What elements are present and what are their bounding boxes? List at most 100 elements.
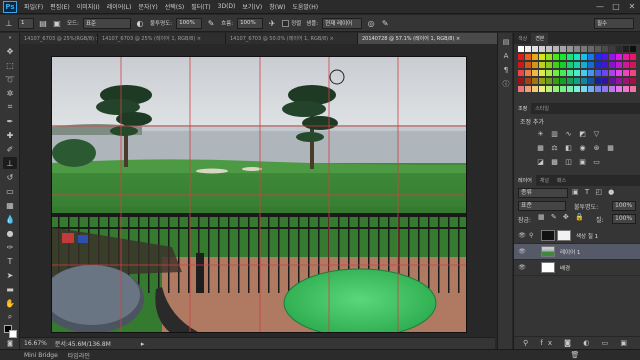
history-panel-icon[interactable]: ▤ (501, 37, 511, 47)
color-swatch[interactable] (595, 54, 601, 60)
close-button[interactable]: ✕ (624, 1, 640, 13)
color-swatch[interactable] (630, 62, 636, 68)
color-swatch[interactable] (595, 70, 601, 76)
healing-brush-tool-icon[interactable]: ✚ (3, 129, 17, 141)
doc-tab-3[interactable]: 14107_6703 @ 50.0% (레이어 1, RGB/8) × (226, 33, 358, 44)
maximize-button[interactable]: □ (608, 1, 624, 13)
paragraph-panel-icon[interactable]: ¶ (501, 65, 511, 75)
blend-mode-select[interactable]: 표준 (518, 201, 566, 211)
collapse-toolbar-icon[interactable]: » (3, 35, 17, 41)
color-swatch[interactable] (602, 70, 608, 76)
info-panel-icon[interactable]: ⓘ (501, 79, 511, 89)
brush-panel-icon[interactable]: ▤ (38, 18, 48, 28)
color-swatch[interactable] (609, 78, 615, 84)
menu-image[interactable]: 이미지(I) (77, 2, 100, 11)
lock-icons[interactable]: ▦ ✎ ✥ 🔒 (538, 213, 586, 221)
color-swatch[interactable] (630, 54, 636, 60)
color-swatch[interactable] (539, 70, 545, 76)
menu-window[interactable]: 창(W) (269, 2, 285, 11)
workspace-select[interactable]: 필수 (594, 17, 634, 29)
doc-tab-active[interactable]: 20140728 @ 57.1% (레이어 1, RGB/8) × (358, 33, 512, 44)
color-swatch[interactable] (630, 86, 636, 92)
color-swatch[interactable] (630, 78, 636, 84)
color-swatch[interactable] (532, 62, 538, 68)
color-swatch[interactable] (546, 46, 552, 52)
layer-opacity-input[interactable]: 100% (612, 201, 636, 211)
color-swatch[interactable] (602, 86, 608, 92)
menu-view[interactable]: 보기(V) (242, 2, 262, 11)
color-swatch[interactable] (616, 86, 622, 92)
color-swatch[interactable] (609, 46, 615, 52)
color-swatch[interactable] (539, 62, 545, 68)
clone-stamp-tool-icon[interactable]: ⊥ (3, 157, 17, 169)
color-swatch[interactable] (525, 54, 531, 60)
color-swatch[interactable] (546, 54, 552, 60)
sample-select[interactable]: 현재 레이어 (322, 17, 363, 29)
color-swatch[interactable] (567, 78, 573, 84)
gradient-tool-icon[interactable]: ▦ (3, 199, 17, 211)
tab-channels[interactable]: 채널 (536, 175, 553, 186)
color-swatch[interactable] (518, 62, 524, 68)
eyedropper-tool-icon[interactable]: ✒ (3, 115, 17, 127)
layer-name[interactable]: 배경 (560, 264, 570, 272)
color-swatch[interactable] (532, 70, 538, 76)
color-swatch[interactable] (553, 54, 559, 60)
color-swatch[interactable] (518, 78, 524, 84)
color-swatch[interactable] (581, 54, 587, 60)
mini-bridge-tab[interactable]: Mini Bridge (24, 352, 58, 359)
color-swatch[interactable] (553, 86, 559, 92)
color-swatch[interactable] (553, 70, 559, 76)
color-swatch[interactable] (623, 62, 629, 68)
clone-source-icon[interactable]: ▣ (52, 18, 62, 28)
color-swatch[interactable] (518, 86, 524, 92)
color-swatch[interactable] (546, 86, 552, 92)
color-swatch[interactable] (546, 62, 552, 68)
quick-mask-icon[interactable]: ◙ (3, 339, 17, 347)
layer-filter-icons[interactable]: ▣ T ◰ ● (572, 188, 616, 197)
eye-icon[interactable]: 👁 (517, 248, 527, 255)
selective-color-icon[interactable]: ▣ (578, 157, 587, 166)
color-swatch[interactable] (574, 62, 580, 68)
color-swatch[interactable] (560, 46, 566, 52)
zoom-level[interactable]: 16.67% (24, 340, 47, 347)
timeline-tab[interactable]: 타임라인 (68, 351, 90, 360)
hue-saturation-icon[interactable]: ▦ (536, 143, 545, 152)
color-swatch[interactable] (574, 46, 580, 52)
menu-file[interactable]: 파일(F) (24, 2, 43, 11)
color-swatch[interactable] (560, 78, 566, 84)
color-swatch[interactable] (588, 46, 594, 52)
menu-type[interactable]: 문자(Y) (138, 2, 157, 11)
pen-tool-icon[interactable]: ✑ (3, 241, 17, 253)
brush-size-picker[interactable]: 1 (18, 17, 34, 29)
eye-icon[interactable]: 👁 (517, 264, 527, 271)
color-swatch[interactable] (518, 46, 524, 52)
color-swatch[interactable] (574, 78, 580, 84)
shape-tool-icon[interactable]: ▬ (3, 283, 17, 295)
move-tool-icon[interactable]: ✥ (3, 45, 17, 57)
ignore-adjustment-icon[interactable]: ◎ (366, 18, 376, 28)
color-swatch[interactable] (602, 78, 608, 84)
color-swatch[interactable] (588, 62, 594, 68)
tab-styles[interactable]: 스타일 (531, 103, 553, 114)
color-swatch[interactable] (623, 70, 629, 76)
brush-tool-icon[interactable]: ✐ (3, 143, 17, 155)
color-swatch[interactable] (525, 78, 531, 84)
color-balance-icon[interactable]: ⚖ (550, 143, 559, 152)
color-swatch[interactable] (588, 54, 594, 60)
brightness-icon[interactable]: ☀ (536, 129, 545, 138)
hand-tool-icon[interactable]: ✋ (3, 297, 17, 309)
menu-help[interactable]: 도움말(H) (292, 2, 318, 11)
exposure-icon[interactable]: ◩ (578, 129, 587, 138)
color-swatch[interactable] (553, 78, 559, 84)
color-swatch[interactable] (553, 62, 559, 68)
mode-select[interactable]: 표준 (82, 17, 131, 29)
pressure-size-icon[interactable]: ✎ (380, 18, 390, 28)
menu-3d[interactable]: 3D(D) (218, 3, 236, 10)
color-swatch[interactable] (595, 86, 601, 92)
airbrush-icon[interactable]: ✈ (267, 18, 277, 28)
color-swatch[interactable] (518, 54, 524, 60)
color-swatch[interactable] (588, 78, 594, 84)
lasso-tool-icon[interactable]: ➰ (3, 73, 17, 85)
type-tool-icon[interactable]: T (3, 255, 17, 267)
minimize-button[interactable]: — (592, 1, 608, 13)
